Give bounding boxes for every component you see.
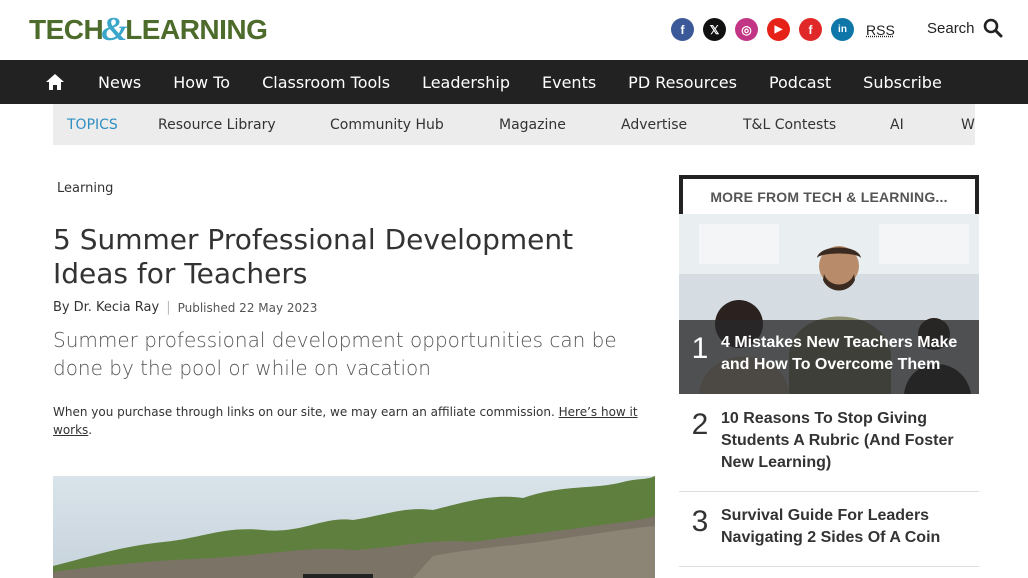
affiliate-text: When you purchase through links on our s… <box>53 405 555 419</box>
rss-link[interactable]: RSS <box>866 22 895 38</box>
topic-more[interactable]: W <box>961 117 975 133</box>
social-links: f 𝕏 ◎ ▶ f in RSS <box>671 18 895 41</box>
logo-ampersand: & <box>101 11 128 48</box>
logo-text-learning: LEARNING <box>125 14 268 45</box>
topics-label: TOPICS <box>67 116 118 133</box>
item-title[interactable]: Survival Guide For Leaders Navigating 2 … <box>721 505 971 566</box>
article-subtitle: Summer professional development opportun… <box>53 328 617 380</box>
nav-list: News How To Classroom Tools Leadership E… <box>82 73 958 92</box>
sidebar-item-2[interactable]: 2 10 Reasons To Stop Giving Students A R… <box>679 408 979 492</box>
sidebar-item-1[interactable]: 1 4 Mistakes New Teachers Make and How T… <box>679 332 971 376</box>
search-icon <box>983 18 1003 38</box>
topic-community-hub[interactable]: Community Hub <box>330 117 444 133</box>
sidebar-featured-item[interactable]: 1 4 Mistakes New Teachers Make and How T… <box>679 214 979 394</box>
nav-item-classroom-tools[interactable]: Classroom Tools <box>246 73 406 92</box>
nav-item-podcast[interactable]: Podcast <box>753 73 847 92</box>
site-logo[interactable]: TECH & LEARNING <box>29 11 268 48</box>
x-twitter-icon[interactable]: 𝕏 <box>703 18 726 41</box>
sidebar-heading: MORE FROM TECH & LEARNING... <box>679 175 979 214</box>
home-icon <box>46 74 64 90</box>
author-link[interactable]: Dr. Kecia Ray <box>74 300 160 315</box>
byline: By Dr. Kecia Ray | Published 22 May 2023 <box>53 300 317 315</box>
search-label: Search <box>927 19 975 37</box>
topics-bar: TOPICS Resource Library Community Hub Ma… <box>53 104 975 145</box>
topic-resource-library[interactable]: Resource Library <box>158 117 276 133</box>
more-from-sidebar: MORE FROM TECH & LEARNING... 1 4 Mistake… <box>679 175 979 567</box>
affiliate-end: . <box>88 423 93 437</box>
item-title[interactable]: 4 Mistakes New Teachers Make and How To … <box>721 332 971 376</box>
youtube-icon[interactable]: ▶ <box>767 18 790 41</box>
nav-item-pd-resources[interactable]: PD Resources <box>612 73 753 92</box>
breadcrumb[interactable]: Learning <box>57 181 113 196</box>
site-header: TECH & LEARNING f 𝕏 ◎ ▶ f in RSS Search <box>0 0 1028 60</box>
topic-contests[interactable]: T&L Contests <box>743 117 836 133</box>
affiliate-disclosure: When you purchase through links on our s… <box>53 403 655 439</box>
item-number: 3 <box>691 505 709 538</box>
topic-ai[interactable]: AI <box>890 117 904 133</box>
byline-divider: | <box>166 300 171 315</box>
article-title: 5 Summer Professional Development Ideas … <box>53 223 574 290</box>
sidebar-item-3[interactable]: 3 Survival Guide For Leaders Navigating … <box>679 505 979 567</box>
item-number: 2 <box>691 408 709 441</box>
flipboard-icon[interactable]: f <box>799 18 822 41</box>
home-button[interactable] <box>33 60 77 104</box>
search-button[interactable]: Search <box>927 18 1003 38</box>
item-number: 1 <box>691 332 709 365</box>
nav-item-leadership[interactable]: Leadership <box>406 73 526 92</box>
byline-prefix: By <box>53 300 70 315</box>
published-date: Published 22 May 2023 <box>177 300 318 315</box>
facebook-icon[interactable]: f <box>671 18 694 41</box>
nav-item-how-to[interactable]: How To <box>157 73 246 92</box>
topic-advertise[interactable]: Advertise <box>621 117 687 133</box>
nav-item-news[interactable]: News <box>82 73 157 92</box>
hero-image <box>53 476 655 578</box>
topic-magazine[interactable]: Magazine <box>499 117 566 133</box>
item-title[interactable]: 10 Reasons To Stop Giving Students A Rub… <box>721 408 971 491</box>
nav-item-subscribe[interactable]: Subscribe <box>847 73 958 92</box>
linkedin-icon[interactable]: in <box>831 18 854 41</box>
instagram-icon[interactable]: ◎ <box>735 18 758 41</box>
main-navigation: News How To Classroom Tools Leadership E… <box>0 60 1028 104</box>
logo-text-tech: TECH <box>29 14 104 45</box>
nav-item-events[interactable]: Events <box>526 73 612 92</box>
coastal-landscape-image <box>53 476 655 578</box>
